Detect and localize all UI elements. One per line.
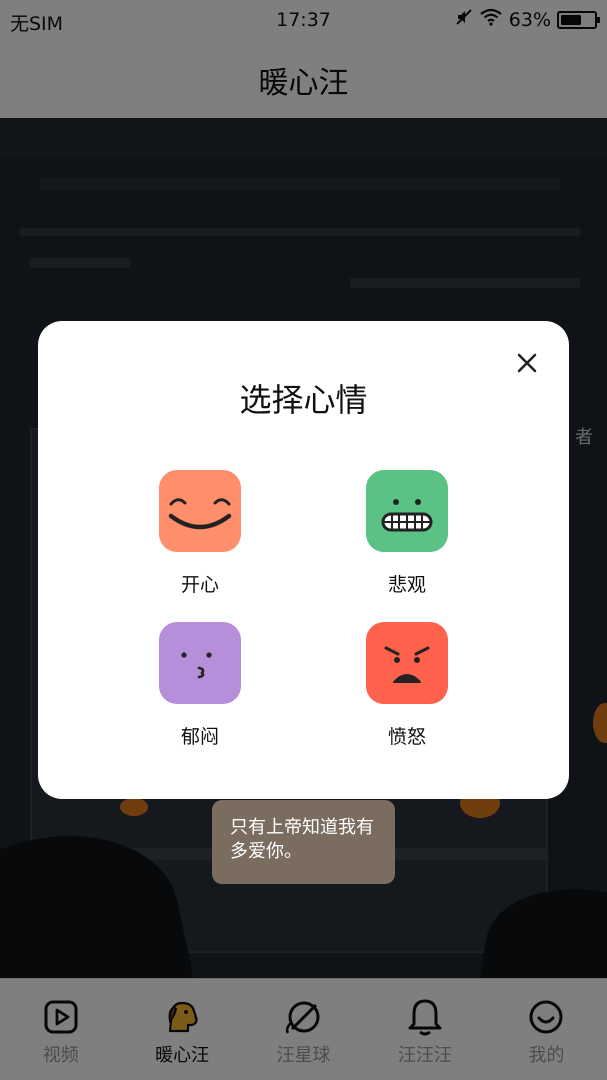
speech-bubble-text: 只有上帝知道我有多爱你。 [230,817,374,862]
mood-option-happy[interactable]: 开心 [140,470,260,597]
mood-option-gloomy[interactable]: 郁闷 [140,622,260,749]
mood-option-angry[interactable]: 愤怒 [347,622,467,749]
mood-picker-dialog: 选择心情 开心 悲观 郁闷 愤怒 [38,321,569,799]
mood-label: 郁闷 [180,726,219,748]
mood-option-pessimistic[interactable]: 悲观 [347,470,467,597]
mood-label: 愤怒 [387,726,426,748]
close-icon [517,353,537,373]
mood-label: 开心 [180,574,219,596]
speech-bubble: 只有上帝知道我有多爱你。 [212,800,395,884]
angry-face-icon [366,622,448,704]
mood-label: 悲观 [387,574,426,596]
happy-face-icon [159,470,241,552]
gloomy-face-icon [159,622,241,704]
dialog-title: 选择心情 [239,381,368,419]
grimace-face-icon [366,470,448,552]
